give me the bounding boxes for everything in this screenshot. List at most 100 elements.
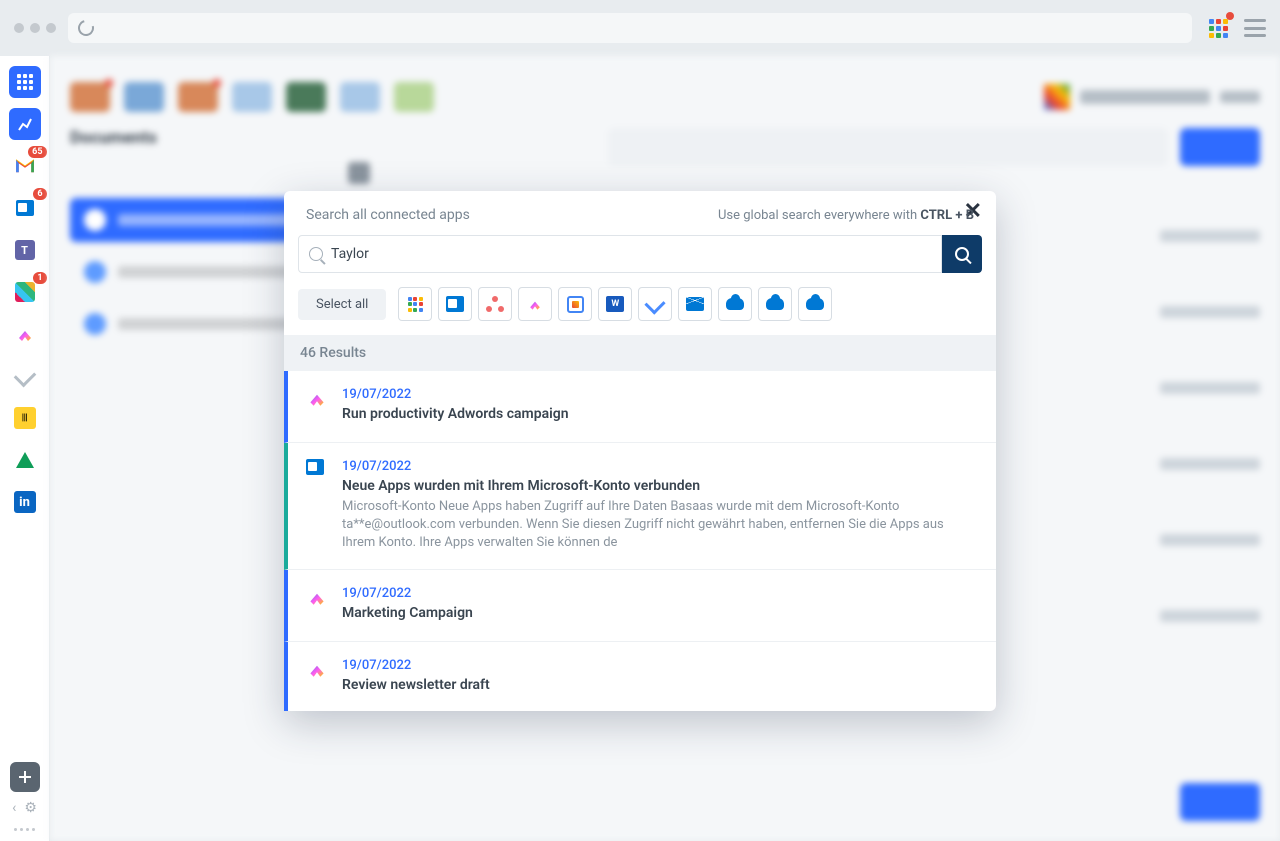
slack-badge: 1 [33, 272, 46, 284]
sidebar-dashboard-button[interactable] [9, 108, 41, 140]
filter-app-onedrive2[interactable] [758, 287, 792, 321]
result-app-icon [306, 586, 328, 608]
back-icon[interactable]: ‹ [12, 800, 16, 816]
outlook-badge: 6 [33, 188, 46, 200]
clickup-icon [527, 296, 543, 312]
app-grid-button[interactable] [1204, 14, 1232, 42]
cloud-icon [806, 298, 824, 310]
url-bar[interactable] [68, 13, 1192, 43]
result-content: 19/07/2022 Neue Apps wurden mit Ihrem Mic… [342, 459, 978, 553]
cloud-icon [766, 298, 784, 310]
result-title: Neue Apps wurden mit Ihrem Microsoft-Kon… [342, 478, 978, 494]
bottom-controls: ‹ ⚙ [12, 800, 37, 816]
linkedin-icon: in [14, 491, 36, 513]
chart-icon [17, 116, 33, 132]
results-count: 46 Results [284, 335, 996, 371]
filter-app-basaas[interactable] [398, 287, 432, 321]
search-input[interactable] [331, 246, 931, 262]
result-content: 19/07/2022 Run productivity Adwords campa… [342, 387, 978, 426]
result-date: 19/07/2022 [342, 586, 978, 601]
sidebar-gmail-button[interactable]: 65 [9, 150, 41, 182]
reload-icon[interactable] [75, 17, 97, 39]
drive-icon [16, 452, 34, 468]
result-date: 19/07/2022 [342, 387, 978, 402]
select-all-button[interactable]: Select all [298, 289, 386, 320]
filter-app-onedrive3[interactable] [798, 287, 832, 321]
results-list[interactable]: 19/07/2022 Run productivity Adwords campa… [284, 371, 996, 711]
plus-icon [18, 770, 32, 784]
sidebar-linkedin-button[interactable]: in [9, 486, 41, 518]
search-submit-button[interactable] [942, 235, 982, 273]
result-app-icon [306, 387, 328, 409]
result-title: Run productivity Adwords campaign [342, 406, 978, 422]
clickup-icon [15, 324, 35, 344]
shortcut-hint: Use global search everywhere with CTRL +… [718, 208, 974, 223]
result-app-icon [306, 658, 328, 680]
search-result-item[interactable]: 19/07/2022 Review newsletter draft [284, 642, 996, 711]
sidebar-teams-button[interactable]: T [9, 234, 41, 266]
window-dots [14, 23, 56, 33]
grid-icon [408, 297, 423, 312]
sidebar-clickup-button[interactable] [9, 318, 41, 350]
result-app-icon [306, 459, 328, 481]
search-input-wrapper[interactable] [298, 235, 942, 273]
outlook-icon [446, 296, 464, 312]
miro-icon: ||| [14, 407, 36, 429]
sidebar-apps-button[interactable] [9, 66, 41, 98]
search-icon [955, 247, 969, 261]
result-title: Marketing Campaign [342, 605, 978, 621]
filter-app-todo[interactable] [638, 287, 672, 321]
filter-app-mail[interactable] [678, 287, 712, 321]
sidebar-slack-button[interactable]: 1 [9, 276, 41, 308]
filter-row: Select all W [284, 287, 996, 335]
dot [14, 23, 24, 33]
result-body: Microsoft-Konto Neue Apps haben Zugriff … [342, 498, 978, 553]
sidebar-miro-button[interactable]: ||| [9, 402, 41, 434]
result-date: 19/07/2022 [342, 459, 978, 474]
gmail-icon [14, 158, 36, 174]
search-row [284, 235, 996, 287]
sidebar-outlook-button[interactable]: 6 [9, 192, 41, 224]
asana-icon [486, 296, 504, 312]
outlook-icon [16, 200, 34, 216]
search-result-item[interactable]: 19/07/2022 Neue Apps wurden mit Ihrem Mic… [284, 443, 996, 570]
filter-app-onedrive[interactable] [718, 287, 752, 321]
result-date: 19/07/2022 [342, 658, 978, 673]
filter-app-clickup[interactable] [518, 287, 552, 321]
settings-icon[interactable]: ⚙ [24, 800, 37, 816]
result-content: 19/07/2022 Review newsletter draft [342, 658, 978, 697]
mail-icon [686, 297, 704, 311]
teams-icon: T [15, 240, 35, 260]
dot [30, 23, 40, 33]
search-result-item[interactable]: 19/07/2022 Run productivity Adwords campa… [284, 371, 996, 443]
check-icon [13, 365, 36, 388]
search-result-item[interactable]: 19/07/2022 Marketing Campaign [284, 570, 996, 642]
slack-icon [15, 282, 35, 302]
sidebar-bottom: ‹ ⚙ [0, 762, 49, 841]
cloud-icon [726, 298, 744, 310]
sidebar-tasks-button[interactable] [9, 360, 41, 392]
word-icon: W [606, 296, 624, 312]
result-title: Review newsletter draft [342, 677, 978, 693]
calendar-icon [567, 296, 584, 313]
global-search-modal: ✕ Search all connected apps Use global s… [284, 191, 996, 711]
search-icon [309, 247, 323, 261]
hamburger-menu-button[interactable] [1244, 19, 1266, 37]
sidebar-drive-button[interactable] [9, 444, 41, 476]
more-dots[interactable] [14, 828, 35, 831]
documents-title: Documents [70, 128, 370, 148]
result-content: 19/07/2022 Marketing Campaign [342, 586, 978, 625]
filter-app-asana[interactable] [478, 287, 512, 321]
gmail-badge: 65 [28, 146, 46, 158]
filter-app-calendar[interactable] [558, 287, 592, 321]
filter-app-word[interactable]: W [598, 287, 632, 321]
modal-header: Search all connected apps Use global sea… [284, 191, 996, 235]
browser-top-bar [0, 0, 1280, 56]
app-filters: W [398, 287, 832, 321]
filter-app-outlook[interactable] [438, 287, 472, 321]
notification-badge [1226, 12, 1234, 20]
dot [46, 23, 56, 33]
todo-icon [645, 293, 666, 314]
left-sidebar: 65 6 T 1 ||| in ‹ ⚙ [0, 56, 50, 841]
add-button[interactable] [10, 762, 40, 792]
